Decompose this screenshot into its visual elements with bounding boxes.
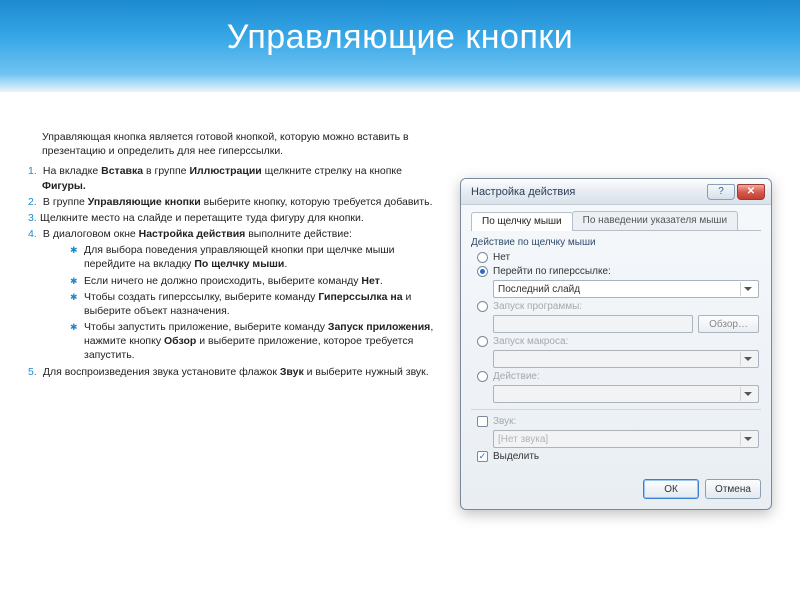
step-1: На вкладке Вставка в группе Иллюстрации … [28,164,448,192]
chevron-down-icon [740,282,754,296]
browse-button[interactable]: Обзор… [698,315,759,333]
checkbox-highlight[interactable] [477,451,488,462]
step-5: Для воспроизведения звука установите фла… [28,365,448,379]
radio-hyperlink-label: Перейти по гиперссылке: [493,266,611,277]
radio-none[interactable] [477,252,488,263]
step-3: Щелкните место на слайде и перетащите ту… [28,211,448,225]
radio-none-label: Нет [493,252,510,263]
hyperlink-combo-value: Последний слайд [498,284,580,295]
tab-on-click[interactable]: По щелчку мыши [471,212,573,231]
ok-button[interactable]: ОК [643,479,699,499]
chevron-down-icon [740,387,754,401]
radio-action-label: Действие: [493,371,540,382]
slide-text: Управляющая кнопка является готовой кноп… [28,130,448,381]
cancel-button[interactable]: Отмена [705,479,761,499]
sound-combo-value: [Нет звука] [498,434,548,445]
radio-hyperlink[interactable] [477,266,488,277]
action-combo [493,385,759,403]
tab-on-hover[interactable]: По наведении указателя мыши [572,211,738,230]
intro-text: Управляющая кнопка является готовой кноп… [28,130,448,158]
slide-title: Управляющие кнопки [0,18,800,57]
slide-header: Управляющие кнопки [0,0,800,92]
dialog-tabs: По щелчку мыши По наведении указателя мы… [471,211,761,231]
program-path-input [493,315,693,333]
checkbox-sound[interactable] [477,416,488,427]
radio-action[interactable] [477,371,488,382]
macro-combo [493,350,759,368]
sound-combo: [Нет звука] [493,430,759,448]
hyperlink-combo[interactable]: Последний слайд [493,280,759,298]
chevron-down-icon [740,352,754,366]
step-2: В группе Управляющие кнопки выберите кно… [28,195,448,209]
bullet-1: Для выбора поведения управляющей кнопки … [84,243,448,271]
checkbox-sound-label: Звук: [493,416,516,427]
dialog-title: Настройка действия [471,186,575,198]
help-button[interactable]: ? [707,184,735,200]
radio-run-macro-label: Запуск макроса: [493,336,568,347]
bullet-2: Если ничего не должно происходить, выбер… [84,274,448,288]
chevron-down-icon [740,432,754,446]
checkbox-highlight-label: Выделить [493,451,539,462]
radio-run-program[interactable] [477,301,488,312]
group-label: Действие по щелчку мыши [471,237,761,248]
radio-run-macro[interactable] [477,336,488,347]
bullet-3: Чтобы создать гиперссылку, выберите кома… [84,290,448,318]
bullet-4: Чтобы запустить приложение, выберите ком… [84,320,448,363]
step-4: В диалоговом окне Настройка действия вып… [28,227,448,363]
radio-run-program-label: Запуск программы: [493,301,582,312]
action-settings-dialog: Настройка действия ? ✕ По щелчку мыши По… [460,178,772,510]
close-button[interactable]: ✕ [737,184,765,200]
dialog-titlebar[interactable]: Настройка действия ? ✕ [461,179,771,205]
